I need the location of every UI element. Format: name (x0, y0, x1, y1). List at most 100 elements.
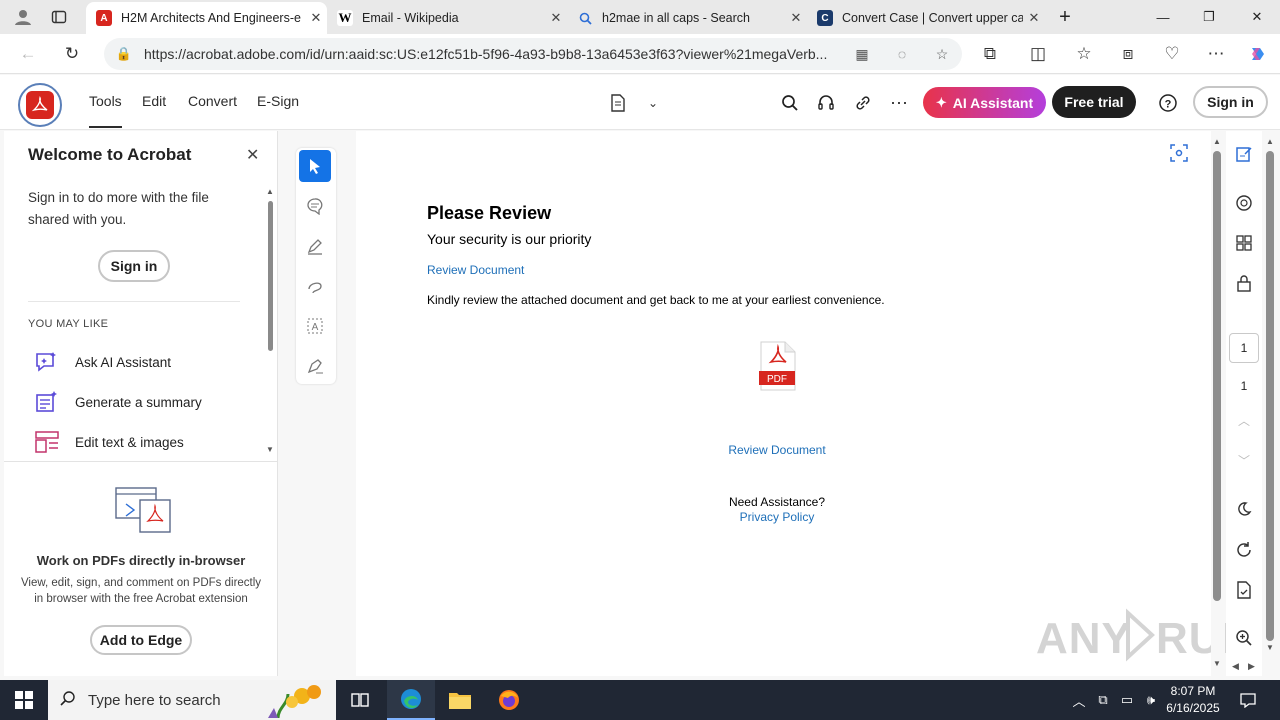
fit-page-icon[interactable] (1167, 141, 1191, 165)
search-icon[interactable] (778, 91, 802, 115)
current-page-box[interactable]: 1 (1229, 333, 1259, 363)
edit-document-icon[interactable] (1231, 141, 1257, 167)
tab-acrobat[interactable]: A H2M Architects And Engineers-e ✕ (86, 2, 327, 34)
scroll-left-icon[interactable]: ◀ (1232, 661, 1239, 672)
protect-lock-icon[interactable] (1231, 270, 1257, 296)
menu-tab-tools[interactable]: Tools (89, 93, 122, 128)
zoom-in-icon[interactable] (1231, 625, 1257, 651)
organize-pages-icon[interactable] (1231, 230, 1257, 256)
copilot-icon[interactable] (1244, 40, 1272, 68)
draw-tool-icon[interactable] (299, 270, 331, 302)
firefox-icon[interactable] (485, 680, 533, 720)
restore-icon[interactable]: ❐ (1186, 0, 1232, 34)
panel-scrollbar[interactable]: ▲ ▼ (266, 187, 274, 457)
next-page-icon[interactable]: ﹀ (1231, 447, 1257, 473)
review-document-link[interactable]: Review Document (427, 263, 524, 277)
close-icon[interactable]: ✕ (1023, 10, 1045, 26)
browser-essentials-icon[interactable]: ♡ (1158, 40, 1186, 68)
tab-wikipedia[interactable]: W Email - Wikipedia ✕ (327, 2, 567, 34)
notifications-icon[interactable] (1236, 680, 1260, 720)
select-tool-icon[interactable] (299, 150, 331, 182)
list-item-label: Edit text & images (75, 434, 184, 450)
close-icon[interactable]: ✕ (545, 10, 567, 26)
page-thumbnails-icon[interactable] (1231, 577, 1257, 603)
tab-convertcase[interactable]: C Convert Case | Convert upper cas ✕ (807, 2, 1045, 34)
taskbar-clock[interactable]: 8:07 PM 6/16/2025 (1160, 683, 1226, 717)
comment-tool-icon[interactable] (299, 190, 331, 222)
taskbar-search-box[interactable]: Type here to search (48, 680, 336, 720)
menu-tab-esign[interactable]: E-Sign (257, 93, 299, 109)
menu-tab-edit[interactable]: Edit (142, 93, 166, 109)
tab-search[interactable]: h2mae in all caps - Search ✕ (567, 2, 807, 34)
window-close-icon[interactable]: ✕ (1234, 0, 1280, 34)
chevron-down-icon[interactable]: ⌄ (641, 91, 665, 115)
refresh-icon[interactable]: ↻ (58, 40, 86, 68)
list-item-summary[interactable]: Generate a summary (34, 390, 202, 414)
app-available-icon[interactable]: ▦ (842, 46, 882, 63)
page-scrollbar[interactable]: ▲ ▼ (1262, 131, 1280, 676)
start-button[interactable] (0, 680, 48, 720)
favorite-star-icon[interactable]: ☆ (922, 46, 962, 63)
scroll-up-icon[interactable]: ▲ (1213, 137, 1221, 146)
more-options-icon[interactable]: ⋯ (1202, 40, 1230, 68)
minimize-icon[interactable]: — (1140, 0, 1186, 34)
rotate-icon[interactable] (1231, 537, 1257, 563)
scroll-down-icon[interactable]: ▼ (1266, 643, 1274, 652)
network-icon[interactable]: ▭ (1116, 680, 1138, 720)
scroll-thumb[interactable] (1213, 151, 1221, 601)
scroll-down-icon[interactable]: ▼ (1213, 659, 1221, 668)
close-icon[interactable]: ✕ (305, 10, 327, 26)
pdf-file-icon[interactable]: PDF (757, 341, 797, 391)
collections-icon[interactable]: ⧈ (1114, 40, 1142, 68)
menu-tab-convert[interactable]: Convert (188, 93, 237, 109)
show-hidden-icons-icon[interactable]: ︿ (1068, 680, 1090, 720)
document-subheading: Your security is our priority (427, 231, 592, 247)
read-aloud-icon[interactable] (814, 91, 838, 115)
free-trial-button[interactable]: Free trial (1052, 86, 1136, 118)
file-explorer-icon[interactable] (436, 680, 484, 720)
address-bar[interactable]: 🔒 https://acrobat.adobe.com/id/urn:aaid:… (104, 38, 962, 70)
previous-page-icon[interactable]: ︿ (1231, 407, 1257, 433)
close-icon[interactable]: ✕ (785, 10, 807, 26)
more-icon[interactable]: ⋯ (887, 91, 911, 115)
scroll-up-icon[interactable]: ▲ (1266, 137, 1274, 146)
site-info-icon[interactable]: 🔒 (104, 46, 144, 62)
link-icon[interactable] (851, 91, 875, 115)
edge-browser-icon[interactable] (387, 680, 435, 720)
scroll-thumb[interactable] (1266, 151, 1274, 641)
dark-mode-icon[interactable] (1231, 496, 1257, 522)
ai-chat-icon[interactable] (1231, 190, 1257, 216)
list-item-ai-assistant[interactable]: Ask AI Assistant (34, 350, 171, 374)
document-scrollbar[interactable]: ▲ ▼ (1211, 131, 1225, 676)
device-icon[interactable]: ⧉ (1092, 680, 1114, 720)
header-signin-button[interactable]: Sign in (1193, 86, 1268, 118)
scroll-thumb[interactable] (268, 201, 273, 351)
help-icon[interactable]: ? (1156, 91, 1180, 115)
volume-icon[interactable]: 🕪 (1140, 680, 1162, 720)
back-icon[interactable]: ← (14, 40, 42, 68)
new-tab-button[interactable]: + (1048, 0, 1082, 34)
document-icon[interactable] (606, 91, 630, 115)
text-tool-icon[interactable]: A (299, 310, 331, 342)
reading-mode-icon[interactable]: ◌ (882, 46, 922, 62)
add-to-edge-button[interactable]: Add to Edge (90, 625, 192, 655)
favorites-icon[interactable]: ☆ (1070, 40, 1098, 68)
sign-tool-icon[interactable] (299, 350, 331, 382)
scroll-right-icon[interactable]: ▶ (1248, 661, 1255, 672)
task-view-icon[interactable] (336, 680, 384, 720)
scroll-down-icon[interactable]: ▼ (266, 445, 274, 454)
tab-actions-icon[interactable] (42, 0, 76, 34)
close-icon[interactable]: ✕ (246, 145, 259, 165)
extensions-icon[interactable]: ⧉ (976, 40, 1004, 68)
panel-signin-button[interactable]: Sign in (98, 250, 170, 282)
split-screen-icon[interactable]: ◫ (1024, 40, 1052, 68)
profile-icon[interactable] (6, 0, 40, 34)
review-document-link[interactable]: Review Document (677, 443, 877, 457)
highlight-tool-icon[interactable] (299, 230, 331, 262)
acrobat-logo[interactable] (18, 83, 62, 127)
svg-text:?: ? (1165, 99, 1172, 111)
privacy-policy-link[interactable]: Privacy Policy (677, 510, 877, 524)
scroll-up-icon[interactable]: ▲ (266, 187, 274, 196)
list-item-edit-text[interactable]: Edit text & images (34, 430, 184, 454)
ai-assistant-button[interactable]: ✦ AI Assistant (923, 87, 1046, 118)
